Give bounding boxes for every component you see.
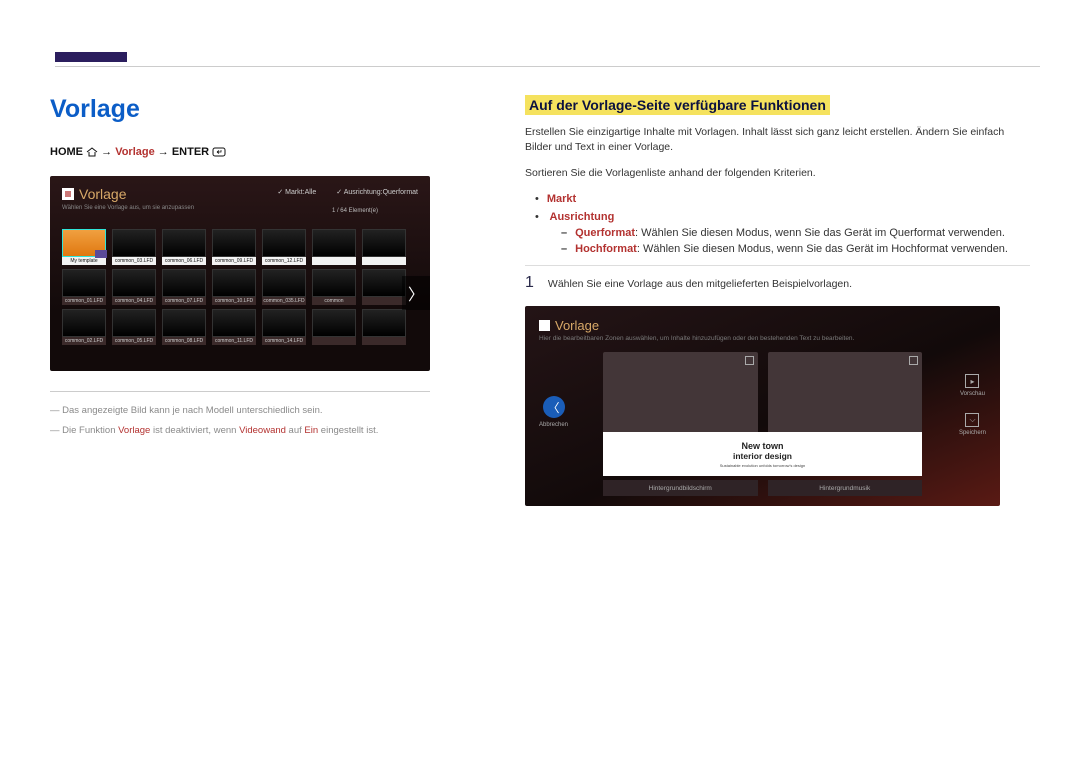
- item-counter: 1 / 64 Element(e): [332, 208, 378, 214]
- template-icon: [62, 188, 74, 200]
- section-marker: [55, 52, 127, 62]
- right-actions: ▸ Vorschau ⌵ Speichern: [959, 374, 986, 436]
- template-thumbnail[interactable]: [362, 229, 406, 265]
- template-thumbnail[interactable]: common_10.LFD: [212, 269, 256, 305]
- bottom-buttons: Hintergrundbildschirm Hintergrundmusik: [603, 480, 922, 496]
- template-thumbnail[interactable]: [362, 269, 406, 305]
- template-thumbnail[interactable]: common_11.LFD: [212, 309, 256, 345]
- fn2-c: ist deaktiviert, wenn: [150, 425, 239, 436]
- arrow-sep-2: →: [158, 146, 169, 158]
- template-thumbnail[interactable]: common_08.LFD: [162, 309, 206, 345]
- template-thumbnail[interactable]: common_07.LFD: [162, 269, 206, 305]
- back-control[interactable]: 〈 Abbrechen: [539, 396, 568, 428]
- landscape-txt: : Wählen Sie diesen Modus, wenn Sie das …: [635, 227, 1005, 239]
- template-thumbnail[interactable]: common_02.LFD: [62, 309, 106, 345]
- arrow-sep: →: [101, 146, 112, 158]
- step-text: Wählen Sie eine Vorlage aus den mitgelie…: [548, 274, 852, 292]
- footnote-2: Die Funktion Vorlage ist deaktiviert, we…: [50, 424, 430, 438]
- fn2-e: auf: [286, 425, 305, 436]
- expand-icon[interactable]: [745, 356, 754, 365]
- portrait-em: Hochformat: [575, 243, 637, 255]
- fn2-b: Vorlage: [118, 425, 150, 436]
- fn2-g: eingestellt ist.: [318, 425, 378, 436]
- template-thumbnail[interactable]: common_09.LFD: [212, 229, 256, 265]
- fn2-a: Die Funktion: [62, 425, 118, 436]
- step-1: 1 Wählen Sie eine Vorlage aus den mitgel…: [525, 265, 1030, 292]
- template-thumbnail[interactable]: common_04.LFD: [112, 269, 156, 305]
- home-icon: [86, 147, 98, 157]
- landscape-em: Querformat: [575, 227, 635, 239]
- intro-paragraph: Erstellen Sie einzigartige Inhalte mit V…: [525, 125, 1030, 154]
- bg-screen-button[interactable]: Hintergrundbildschirm: [603, 480, 758, 496]
- criteria-list: Markt Ausrichtung Querformat: Wählen Sie…: [535, 193, 1030, 255]
- page-title: Vorlage: [50, 95, 430, 124]
- sc2-title-text: Vorlage: [555, 318, 599, 333]
- caption-line3: Sustainable evolution unfolds tomorrow's…: [720, 463, 805, 468]
- template-thumbnail[interactable]: common_03.LFD: [112, 229, 156, 265]
- template-thumbnail[interactable]: common_05.LFD: [112, 309, 156, 345]
- nav-path: HOME → Vorlage → ENTER: [50, 146, 430, 158]
- save-icon[interactable]: ⌵: [965, 413, 979, 427]
- criteria-orientation-label: Ausrichtung: [550, 211, 615, 223]
- orientation-landscape: Querformat: Wählen Sie diesen Modus, wen…: [561, 227, 1030, 239]
- expand-icon[interactable]: [909, 356, 918, 365]
- template-thumbnail[interactable]: common_01.LFD: [62, 269, 106, 305]
- enter-icon: [212, 147, 226, 157]
- portrait-txt: : Wählen Sie diesen Modus, wenn Sie das …: [637, 243, 1008, 255]
- filter-market[interactable]: Markt:Alle: [277, 188, 316, 196]
- next-page-arrow[interactable]: 〉: [402, 276, 430, 310]
- fn2-f: Ein: [304, 425, 318, 436]
- template-thumbnail[interactable]: [312, 229, 356, 265]
- back-label: Abbrechen: [539, 422, 568, 428]
- template-thumbnail[interactable]: common_12.LFD: [262, 229, 306, 265]
- template-grid-screenshot: Vorlage Wählen Sie eine Vorlage aus, um …: [50, 176, 430, 371]
- fn2-d: Videowand: [239, 425, 286, 436]
- section-heading: Auf der Vorlage-Seite verfügbare Funktio…: [525, 95, 830, 115]
- sc2-subtitle: Hier die bearbeitbaren Zonen auswählen, …: [539, 335, 986, 342]
- step-number: 1: [525, 274, 534, 292]
- path-home: HOME: [50, 146, 83, 158]
- template-icon: [539, 320, 550, 331]
- template-thumbnail[interactable]: [312, 309, 356, 345]
- criteria-market: Markt: [535, 193, 1030, 205]
- right-column: Auf der Vorlage-Seite verfügbare Funktio…: [525, 95, 1030, 506]
- template-thumbnail[interactable]: common_06.LFD: [162, 229, 206, 265]
- template-thumbnail[interactable]: common: [312, 269, 356, 305]
- caption-line2: interior design: [733, 451, 792, 461]
- preview-label: Vorschau: [960, 391, 985, 397]
- criteria-orientation: Ausrichtung Querformat: Wählen Sie diese…: [535, 211, 1030, 255]
- path-template: Vorlage: [115, 146, 155, 158]
- left-column: Vorlage HOME → Vorlage → ENTER Vorlage W…: [50, 95, 430, 506]
- sort-paragraph: Sortieren Sie die Vorlagenliste anhand d…: [525, 166, 1030, 181]
- template-thumbnail[interactable]: [362, 309, 406, 345]
- sc1-title-text: Vorlage: [79, 186, 126, 202]
- thumbnail-grid: My templatecommon_03.LFDcommon_06.LFDcom…: [62, 229, 418, 345]
- back-icon[interactable]: 〈: [543, 396, 565, 418]
- path-enter: ENTER: [172, 146, 209, 158]
- preview-icon[interactable]: ▸: [965, 374, 979, 388]
- divider: [50, 391, 430, 392]
- top-rule: [55, 66, 1040, 67]
- template-editor-screenshot: Vorlage Hier die bearbeitbaren Zonen aus…: [525, 306, 1000, 506]
- orientation-portrait: Hochformat: Wählen Sie diesen Modus, wen…: [561, 243, 1030, 255]
- footnote-1: Das angezeigte Bild kann je nach Modell …: [50, 404, 430, 418]
- sc2-title: Vorlage: [539, 318, 986, 333]
- sc1-filter-tabs: Markt:Alle Ausrichtung:Querformat: [277, 188, 418, 196]
- template-thumbnail[interactable]: My template: [62, 229, 106, 265]
- caption-box[interactable]: New town interior design Sustainable evo…: [603, 432, 922, 476]
- template-thumbnail[interactable]: common_035.LFD: [262, 269, 306, 305]
- template-thumbnail[interactable]: common_14.LFD: [262, 309, 306, 345]
- bg-music-button[interactable]: Hintergrundmusik: [768, 480, 923, 496]
- save-label: Speichern: [959, 430, 986, 436]
- filter-orientation[interactable]: Ausrichtung:Querformat: [336, 188, 418, 196]
- caption-line1: New town: [742, 441, 784, 451]
